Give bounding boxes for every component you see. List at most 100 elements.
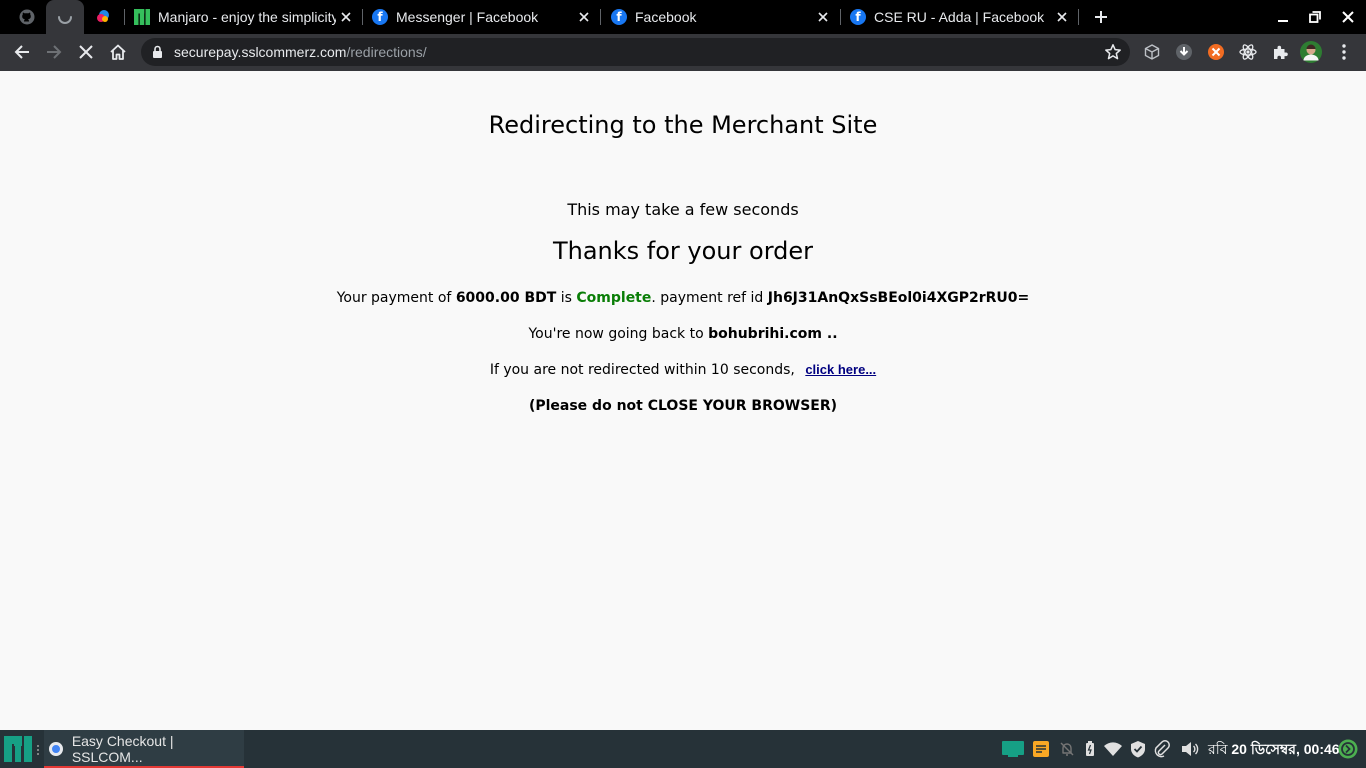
tab-cse-ru-adda[interactable]: f CSE RU - Adda | Facebook [850, 0, 1078, 34]
profile-avatar[interactable] [1300, 41, 1322, 63]
update-arrow-icon [1338, 739, 1358, 759]
orange-x-icon [1208, 44, 1224, 60]
back-button[interactable] [8, 38, 36, 66]
close-icon[interactable] [813, 7, 833, 27]
facebook-icon: f [850, 9, 866, 25]
bookmark-star-icon[interactable] [1104, 43, 1122, 61]
chrome-icon [49, 742, 63, 756]
payment-amount: 6000.00 BDT [455, 290, 557, 306]
bell-off-icon [1060, 742, 1074, 756]
tray-mute-notifications[interactable] [1058, 740, 1076, 758]
is-text: is [560, 290, 572, 306]
wait-message: This may take a few seconds [567, 200, 799, 219]
facebook-icon: f [611, 9, 627, 25]
loading-spinner-icon [58, 16, 72, 24]
restore-button[interactable] [1299, 0, 1331, 34]
extension-cube[interactable] [1142, 42, 1162, 62]
close-icon[interactable] [336, 7, 356, 27]
page-title: Redirecting to the Merchant Site [488, 111, 878, 139]
extensions-button[interactable] [1270, 42, 1290, 62]
drag-handle[interactable] [36, 743, 40, 755]
tab-strip: Manjaro - enjoy the simplicity f Messeng… [0, 0, 1366, 34]
grip-icon [37, 745, 39, 755]
restore-icon [1309, 11, 1321, 23]
clock-day: রবি [1208, 741, 1228, 757]
shield-check-icon [1131, 741, 1145, 758]
url-path: /redirections/ [346, 44, 427, 60]
clock-date: 20 ডিসেম্বর, 00:46 [1231, 741, 1340, 757]
close-icon [79, 45, 93, 59]
redirect-target-message: You're now going back to bohubrihi.com .… [0, 326, 1366, 342]
payment-ref-id: Jh6J31AnQxSsBEol0i4XGP2rRU0= [767, 290, 1030, 306]
tab-separator [840, 9, 841, 25]
minimize-icon [1278, 20, 1288, 22]
tab-title: CSE RU - Adda | Facebook [874, 9, 1045, 25]
tab-messenger[interactable]: f Messenger | Facebook [372, 0, 600, 34]
extension-orange[interactable] [1206, 42, 1226, 62]
browser-menu-button[interactable] [1334, 42, 1354, 62]
forward-button[interactable] [40, 38, 68, 66]
arrow-right-icon [47, 45, 62, 59]
download-icon [1176, 44, 1192, 60]
do-not-close-warning: (Please do not CLOSE YOUR BROWSER) [528, 398, 838, 414]
pinned-tab-active-loading[interactable] [46, 0, 84, 34]
battery-icon [1086, 741, 1094, 756]
wifi-icon [1104, 742, 1122, 756]
ref-prefix: . payment ref id [651, 290, 764, 306]
page-content: Redirecting to the Merchant Site This ma… [0, 71, 1366, 730]
fallback-message: If you are not redirected within 10 seco… [0, 362, 1366, 378]
tray-display[interactable] [1002, 740, 1024, 758]
avatar-icon [1300, 41, 1322, 63]
tray-clipboard[interactable] [1153, 740, 1171, 758]
tray-notes[interactable] [1032, 740, 1050, 758]
manjaro-menu-button[interactable] [4, 736, 32, 762]
payment-status: Complete [576, 290, 652, 306]
extension-downloader[interactable] [1174, 42, 1194, 62]
browser-toolbar: securepay.sslcommerz.com/redirections/ [0, 34, 1366, 71]
close-window-button[interactable] [1332, 0, 1364, 34]
paperclip-icon [1154, 740, 1170, 758]
home-button[interactable] [104, 38, 132, 66]
plus-icon [1095, 11, 1107, 23]
pinned-tab-figma[interactable] [84, 0, 122, 34]
tab-separator [124, 9, 125, 25]
lock-icon[interactable] [152, 45, 163, 59]
facebook-icon: f [372, 9, 388, 25]
close-icon[interactable] [574, 7, 594, 27]
url-text: securepay.sslcommerz.com/redirections/ [174, 38, 427, 66]
click-here-link[interactable]: click here... [805, 362, 876, 377]
tab-manjaro[interactable]: Manjaro - enjoy the simplicity [134, 0, 362, 34]
thanks-heading: Thanks for your order [552, 237, 814, 265]
tray-update[interactable] [1338, 739, 1358, 759]
arrow-left-icon [14, 45, 29, 59]
pinned-tab-github[interactable] [8, 0, 46, 34]
speaker-icon [1182, 742, 1199, 756]
tray-battery[interactable] [1081, 740, 1099, 758]
goback-prefix: You're now going back to [528, 326, 704, 342]
tab-separator [600, 9, 601, 25]
tab-title: Messenger | Facebook [396, 9, 539, 25]
monitor-icon [1002, 741, 1024, 757]
merchant-site: bohubrihi.com .. [708, 326, 838, 342]
stop-loading-button[interactable] [72, 38, 100, 66]
tray-wifi[interactable] [1104, 740, 1122, 758]
minimize-button[interactable] [1267, 0, 1299, 34]
taskbar-item-chrome[interactable]: Easy Checkout | SSLCOM... [44, 730, 244, 768]
manjaro-icon [134, 9, 150, 25]
tab-title: Manjaro - enjoy the simplicity [158, 9, 336, 25]
tab-facebook[interactable]: f Facebook [611, 0, 839, 34]
system-clock[interactable]: রবি 20 ডিসেম্বর, 00:46 [1208, 730, 1340, 768]
address-bar[interactable]: securepay.sslcommerz.com/redirections/ [141, 38, 1130, 66]
not-redirected-text: If you are not redirected within 10 seco… [489, 362, 795, 378]
extension-react-devtools[interactable] [1238, 42, 1258, 62]
cube-icon [1144, 44, 1160, 60]
new-tab-button[interactable] [1085, 0, 1117, 34]
tray-security[interactable] [1129, 740, 1147, 758]
close-icon[interactable] [1052, 7, 1072, 27]
react-icon [1239, 44, 1257, 60]
tray-volume[interactable] [1181, 740, 1199, 758]
home-icon [110, 44, 126, 60]
sticky-note-icon [1033, 741, 1049, 757]
system-taskbar: Easy Checkout | SSLCOM... রবি 20 ডিসেম্ব… [0, 730, 1366, 768]
taskbar-item-label: Easy Checkout | SSLCOM... [71, 733, 174, 765]
